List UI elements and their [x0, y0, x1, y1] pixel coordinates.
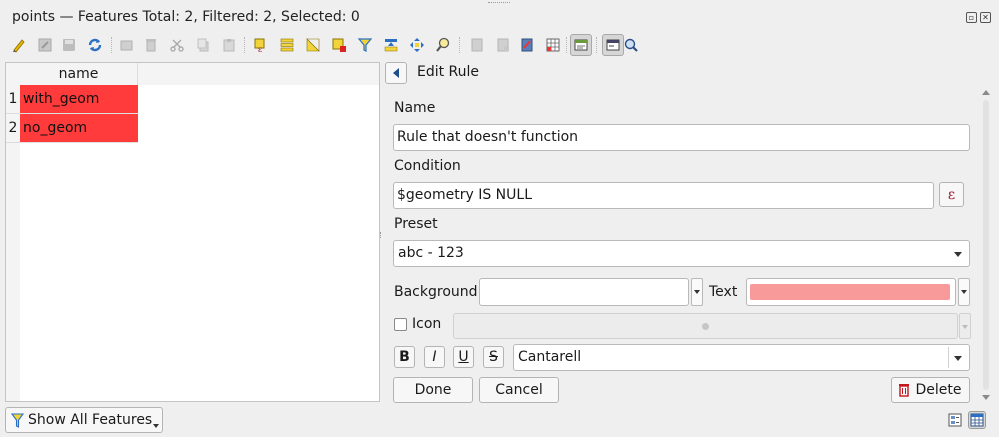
- condition-label: Condition: [394, 158, 461, 174]
- table-view-button[interactable]: [968, 411, 986, 429]
- filter-icon[interactable]: [356, 36, 374, 54]
- scroll-track[interactable]: [983, 100, 989, 390]
- font-value: Cantarell: [518, 349, 582, 365]
- cut-icon[interactable]: [168, 36, 186, 54]
- dock-icon[interactable]: [570, 34, 592, 56]
- delete-feature-icon[interactable]: [142, 36, 160, 54]
- title-bar: points — Features Total: 2, Filtered: 2,…: [0, 0, 999, 32]
- trash-icon: [899, 384, 909, 397]
- toggle-editing-icon[interactable]: [10, 36, 28, 54]
- expression-builder-button[interactable]: ε: [939, 182, 964, 207]
- column-header-name[interactable]: name: [20, 63, 138, 85]
- zoom-map-icon[interactable]: [622, 36, 640, 54]
- add-feature-icon[interactable]: [118, 36, 136, 54]
- icon-dropdown[interactable]: [959, 313, 971, 339]
- chevron-down-icon: [954, 356, 962, 361]
- reload-icon[interactable]: [86, 36, 104, 54]
- show-all-label: Show All Features: [28, 412, 153, 428]
- rule-name-field[interactable]: Rule that doesn't function: [393, 124, 970, 151]
- actions-icon[interactable]: [602, 34, 624, 56]
- done-button[interactable]: Done: [393, 377, 473, 403]
- underline-button[interactable]: U: [453, 346, 474, 368]
- chevron-down-icon: [954, 252, 962, 257]
- delete-field-icon[interactable]: [494, 36, 512, 54]
- background-color-dropdown[interactable]: [691, 278, 703, 306]
- form-view-button[interactable]: [946, 411, 964, 429]
- chevron-down-icon: [961, 290, 967, 294]
- invert-selection-icon[interactable]: [304, 36, 322, 54]
- table-cell[interactable]: no_geom: [20, 114, 138, 143]
- select-all-icon[interactable]: [278, 36, 296, 54]
- new-field-icon[interactable]: [468, 36, 486, 54]
- select-by-expression-icon[interactable]: ε: [252, 36, 270, 54]
- multi-edit-icon[interactable]: [36, 36, 54, 54]
- strikethrough-button[interactable]: S: [483, 346, 504, 368]
- bold-button[interactable]: B: [394, 346, 415, 368]
- text-label: Text: [709, 284, 738, 300]
- row-header-strip: [6, 143, 20, 401]
- delete-button[interactable]: Delete: [891, 377, 970, 403]
- table-corner[interactable]: [6, 63, 20, 85]
- move-selection-to-top-icon[interactable]: [382, 36, 400, 54]
- cancel-button[interactable]: Cancel: [479, 377, 559, 403]
- back-arrow-icon: [393, 68, 399, 78]
- paste-icon[interactable]: [220, 36, 238, 54]
- row-header[interactable]: 1: [6, 85, 20, 114]
- chevron-down-icon: [153, 424, 159, 428]
- background-label: Background: [394, 284, 478, 300]
- save-edits-icon[interactable]: [60, 36, 78, 54]
- attribute-table: name 1 with_geom 2 no_geom: [5, 62, 380, 402]
- condition-field[interactable]: $geometry IS NULL: [393, 182, 934, 209]
- status-bar: Show All Features: [0, 404, 999, 437]
- conditional-formatting-icon[interactable]: [544, 36, 562, 54]
- text-color-dropdown[interactable]: [958, 278, 970, 306]
- chevron-down-icon: [962, 325, 968, 329]
- icon-label: Icon: [412, 316, 442, 332]
- font-select[interactable]: Cantarell: [513, 344, 970, 371]
- panel-scrollbar[interactable]: [980, 88, 991, 402]
- delete-label: Delete: [915, 382, 962, 398]
- table-view-icon: [970, 413, 984, 427]
- scroll-up-icon[interactable]: [982, 90, 990, 95]
- preset-select[interactable]: abc - 123: [393, 240, 970, 267]
- name-label: Name: [394, 100, 436, 116]
- show-all-features-button[interactable]: Show All Features: [5, 407, 163, 433]
- close-icon[interactable]: ✕: [980, 12, 991, 23]
- pan-to-selection-icon[interactable]: [408, 36, 426, 54]
- float-icon[interactable]: ▫: [966, 12, 977, 23]
- icon-picker-button[interactable]: [453, 313, 958, 339]
- field-calculator-icon[interactable]: [518, 36, 536, 54]
- window-title: points — Features Total: 2, Filtered: 2,…: [12, 9, 360, 25]
- text-color-button[interactable]: [746, 278, 956, 306]
- row-header[interactable]: 2: [6, 114, 20, 143]
- dock-grip[interactable]: [488, 2, 510, 5]
- filter-icon: [11, 413, 24, 428]
- table-cell[interactable]: with_geom: [20, 85, 138, 114]
- chevron-down-icon: [694, 290, 700, 294]
- text-color-swatch: [750, 284, 950, 300]
- back-button[interactable]: [385, 62, 407, 84]
- copy-icon[interactable]: [194, 36, 212, 54]
- icon-checkbox[interactable]: [394, 318, 407, 331]
- panel-title: Edit Rule: [417, 64, 480, 80]
- zoom-to-selection-icon[interactable]: [434, 36, 452, 54]
- icon-placeholder-icon: [702, 323, 709, 330]
- svg-text:ε: ε: [258, 45, 262, 53]
- background-color-button[interactable]: [479, 278, 689, 306]
- deselect-all-icon[interactable]: [330, 36, 348, 54]
- scroll-down-icon[interactable]: [982, 395, 990, 400]
- attribute-toolbar: ε: [8, 34, 648, 58]
- preset-value: abc - 123: [398, 245, 464, 261]
- italic-button[interactable]: I: [424, 346, 445, 368]
- header-filler: [138, 63, 379, 85]
- form-view-icon: [948, 413, 962, 427]
- preset-label: Preset: [394, 216, 438, 232]
- splitter-handle[interactable]: [380, 232, 383, 238]
